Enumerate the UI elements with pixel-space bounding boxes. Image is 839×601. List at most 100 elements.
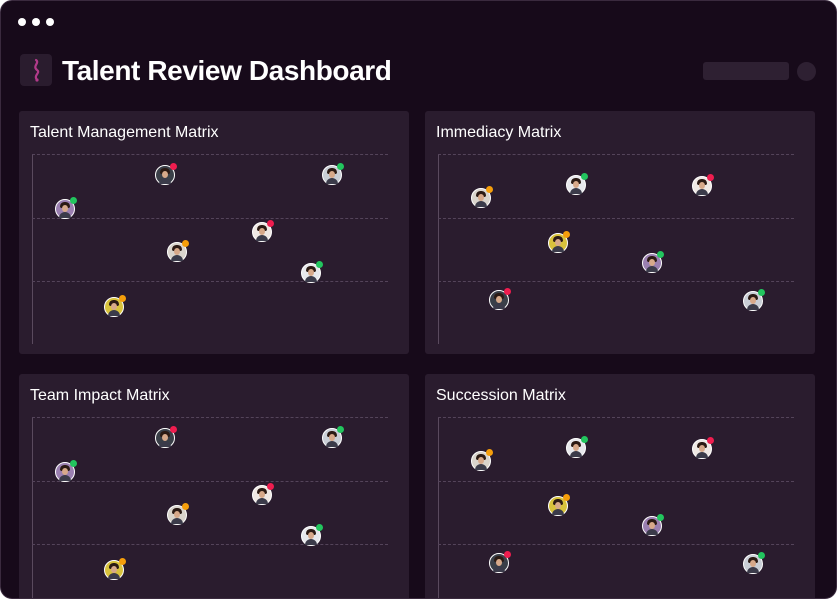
- status-dot-icon: [486, 449, 493, 456]
- window-dot-icon[interactable]: [18, 18, 26, 26]
- matrix-plot: [32, 417, 388, 598]
- avatar-body: [696, 452, 708, 458]
- employee-avatar[interactable]: [252, 483, 274, 505]
- avatar-body: [171, 255, 183, 261]
- status-dot-icon: [182, 503, 189, 510]
- employee-avatar[interactable]: [322, 163, 344, 185]
- gridline: [32, 218, 388, 219]
- status-dot-icon: [267, 483, 274, 490]
- employee-avatar[interactable]: [743, 552, 765, 574]
- employee-avatar[interactable]: [692, 437, 714, 459]
- status-dot-icon: [119, 295, 126, 302]
- avatar-body: [108, 573, 120, 579]
- employee-avatar[interactable]: [322, 426, 344, 448]
- avatar-body: [493, 566, 505, 572]
- avatar-face: [699, 182, 705, 189]
- gridline: [438, 154, 794, 155]
- avatar-face: [174, 511, 180, 518]
- user-avatar[interactable]: [797, 62, 816, 81]
- employee-avatar[interactable]: [55, 197, 77, 219]
- avatar-body: [305, 539, 317, 545]
- employee-avatar[interactable]: [489, 288, 511, 310]
- window-controls: [18, 18, 54, 26]
- employee-avatar[interactable]: [55, 460, 77, 482]
- avatar-face: [62, 205, 68, 212]
- employee-avatar[interactable]: [155, 163, 177, 185]
- status-dot-icon: [707, 437, 714, 444]
- employee-avatar[interactable]: [548, 231, 570, 253]
- avatar-body: [108, 310, 120, 316]
- panel-immediacy-matrix: Immediacy Matrix: [425, 111, 815, 354]
- panel-team-impact-matrix: Team Impact Matrix: [19, 374, 409, 598]
- panel-title: Talent Management Matrix: [30, 124, 219, 141]
- status-dot-icon: [316, 524, 323, 531]
- app-window: Talent Review Dashboard Talent Managemen…: [0, 0, 837, 599]
- gridline: [32, 154, 388, 155]
- avatar-face: [329, 171, 335, 178]
- status-dot-icon: [758, 552, 765, 559]
- employee-avatar[interactable]: [471, 449, 493, 471]
- employee-avatar[interactable]: [104, 558, 126, 580]
- avatar-face: [162, 434, 168, 441]
- employee-avatar[interactable]: [104, 295, 126, 317]
- status-dot-icon: [504, 288, 511, 295]
- status-dot-icon: [337, 163, 344, 170]
- employee-avatar[interactable]: [301, 524, 323, 546]
- employee-avatar[interactable]: [743, 289, 765, 311]
- employee-avatar[interactable]: [642, 251, 664, 273]
- avatar-face: [111, 303, 117, 310]
- header-search-placeholder[interactable]: [703, 62, 789, 80]
- gridline: [438, 281, 794, 282]
- window-dot-icon[interactable]: [46, 18, 54, 26]
- status-dot-icon: [486, 186, 493, 193]
- avatar-face: [555, 239, 561, 246]
- status-dot-icon: [707, 174, 714, 181]
- employee-avatar[interactable]: [252, 220, 274, 242]
- employee-avatar[interactable]: [167, 240, 189, 262]
- avatar-face: [478, 194, 484, 201]
- page-title: Talent Review Dashboard: [62, 55, 392, 86]
- employee-avatar[interactable]: [566, 436, 588, 458]
- status-dot-icon: [119, 558, 126, 565]
- avatar-face: [329, 434, 335, 441]
- status-dot-icon: [581, 436, 588, 443]
- status-dot-icon: [337, 426, 344, 433]
- avatar-face: [259, 228, 265, 235]
- gridline: [438, 417, 794, 418]
- employee-avatar[interactable]: [692, 174, 714, 196]
- status-dot-icon: [758, 289, 765, 296]
- status-dot-icon: [316, 261, 323, 268]
- employee-avatar[interactable]: [548, 494, 570, 516]
- employee-avatar[interactable]: [642, 514, 664, 536]
- gridline: [32, 544, 388, 545]
- matrix-plot: [32, 154, 388, 344]
- avatar-body: [747, 304, 759, 310]
- employee-avatar[interactable]: [566, 173, 588, 195]
- employee-avatar[interactable]: [167, 503, 189, 525]
- avatar-body: [646, 529, 658, 535]
- avatar-face: [162, 171, 168, 178]
- avatar-face: [573, 444, 579, 451]
- matrix-plot: [438, 417, 794, 598]
- avatar-body: [493, 303, 505, 309]
- avatar-face: [259, 491, 265, 498]
- avatar-body: [552, 509, 564, 515]
- avatar-body: [747, 567, 759, 573]
- avatar-body: [256, 498, 268, 504]
- status-dot-icon: [170, 163, 177, 170]
- employee-avatar[interactable]: [471, 186, 493, 208]
- status-dot-icon: [267, 220, 274, 227]
- employee-avatar[interactable]: [489, 551, 511, 573]
- y-axis: [438, 154, 439, 344]
- employee-avatar[interactable]: [155, 426, 177, 448]
- avatar-body: [326, 178, 338, 184]
- avatar-body: [475, 464, 487, 470]
- avatar-face: [699, 445, 705, 452]
- status-dot-icon: [70, 197, 77, 204]
- avatar-body: [59, 212, 71, 218]
- status-dot-icon: [657, 514, 664, 521]
- employee-avatar[interactable]: [301, 261, 323, 283]
- avatar-body: [646, 266, 658, 272]
- avatar-body: [570, 451, 582, 457]
- window-dot-icon[interactable]: [32, 18, 40, 26]
